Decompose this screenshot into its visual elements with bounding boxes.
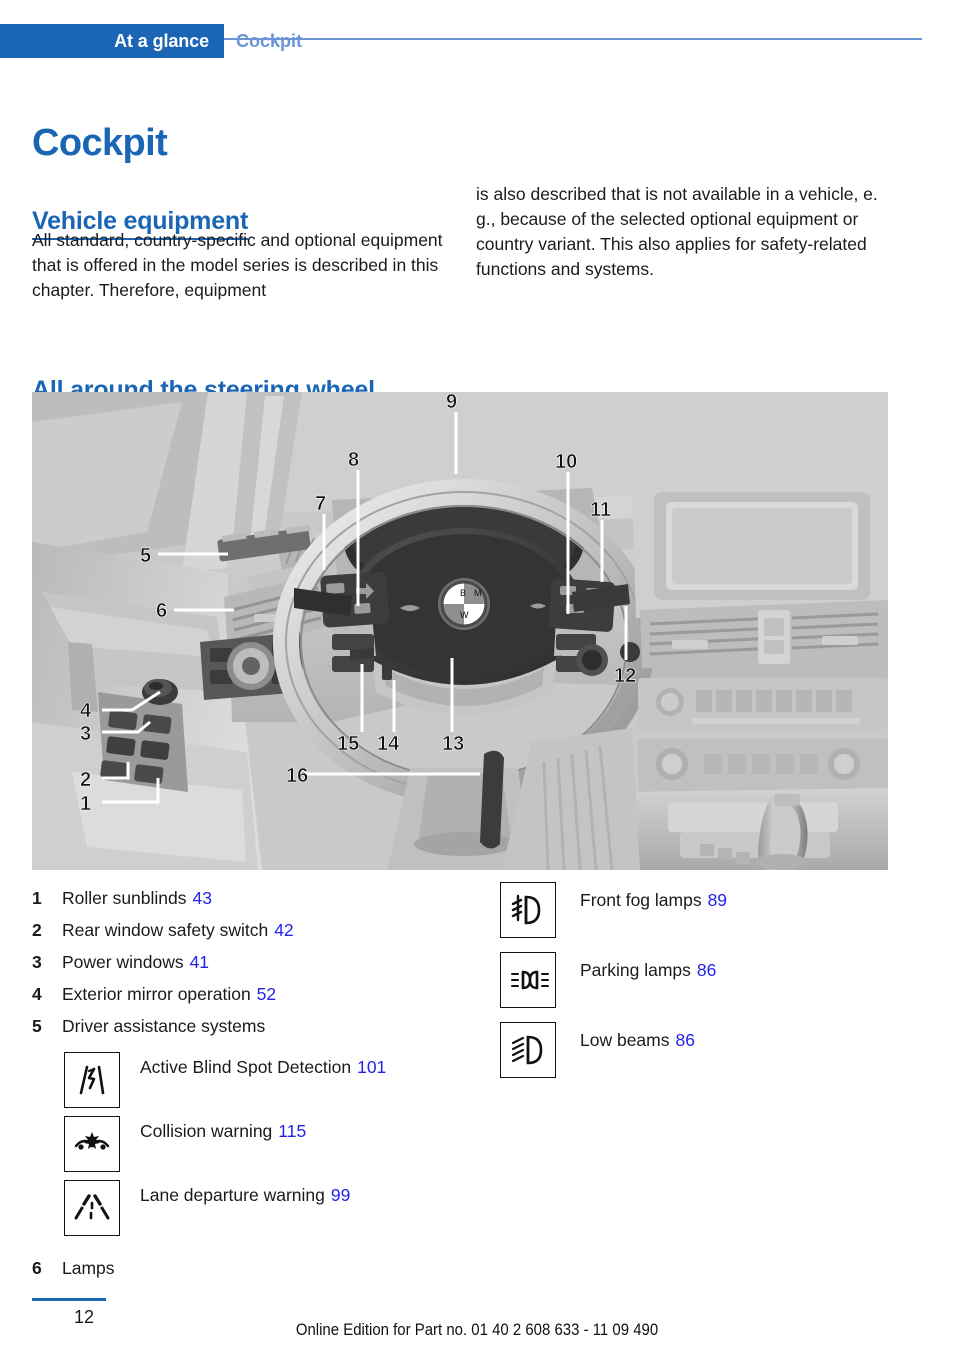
legend-item-1: 1 Roller sunblinds 43	[32, 882, 462, 914]
legend-item-6: 6 Lamps	[32, 1252, 462, 1284]
svg-text:12: 12	[614, 665, 636, 687]
svg-text:B: B	[460, 588, 466, 598]
header-divider	[224, 38, 922, 40]
collision-warning-icon	[64, 1116, 120, 1172]
page-reference[interactable]: 43	[193, 888, 212, 908]
svg-text:5: 5	[140, 545, 151, 567]
icon-label-text: Active Blind Spot Detection	[140, 1057, 352, 1077]
page-title: Cockpit	[32, 122, 168, 165]
svg-text:13: 13	[442, 733, 464, 755]
intro-paragraph-right: is also described that is not available …	[476, 184, 878, 279]
driver-assistance-row-lane-departure: Lane departure warning 99	[32, 1180, 462, 1236]
legend-number: 6	[32, 1258, 42, 1278]
driver-assistance-label-lane-departure: Lane departure warning 99	[120, 1180, 350, 1208]
header-section-cockpit: Cockpit	[236, 30, 303, 51]
legend-number: 2	[32, 920, 42, 940]
page-reference[interactable]: 42	[274, 920, 293, 940]
legend-list-left: 1 Roller sunblinds 43 2 Rear window safet…	[32, 882, 462, 1284]
page-reference[interactable]: 86	[676, 1030, 695, 1050]
lamp-label-low-beams: Low beams 86	[556, 1022, 695, 1053]
page-reference[interactable]: 86	[697, 960, 716, 980]
intro-paragraph-left: All standard, country-specific and optio…	[32, 230, 443, 300]
legend-label: Lamps	[62, 1258, 115, 1278]
legend-label: Rear window safety switch	[62, 920, 269, 940]
lamp-row-front-fog: Front fog lamps 89	[500, 882, 920, 938]
legend-item-5: 5 Driver assistance systems	[32, 1010, 462, 1042]
footer-divider	[32, 1298, 106, 1301]
active-blind-spot-detection-icon	[64, 1052, 120, 1108]
legend-label: Exterior mirror operation	[62, 984, 251, 1004]
cockpit-illustration: B M W 9 8 7 10 11 12 13 14 15 16 6 5 4 3…	[32, 392, 888, 870]
legend-item-3: 3 Power windows 41	[32, 946, 462, 978]
driver-assistance-row-blind-spot: Active Blind Spot Detection 101	[32, 1052, 462, 1108]
svg-text:14: 14	[377, 733, 400, 755]
svg-text:7: 7	[315, 493, 326, 515]
svg-text:W: W	[460, 610, 469, 620]
icon-label-text: Parking lamps	[580, 960, 691, 980]
parking-lamps-icon	[500, 952, 556, 1008]
svg-text:4: 4	[80, 700, 92, 722]
footer-note: Online Edition for Part no. 01 40 2 608 …	[295, 1320, 659, 1339]
legend-item-4: 4 Exterior mirror operation 52	[32, 978, 462, 1010]
svg-text:2: 2	[80, 769, 91, 791]
page-reference[interactable]: 101	[357, 1057, 386, 1077]
running-header: At a glance Cockpit	[0, 24, 954, 60]
legend-label: Power windows	[62, 952, 184, 972]
icon-label-text: Lane departure warning	[140, 1185, 325, 1205]
legend-list-right: Front fog lamps 89 Parking lamps 86 Low …	[500, 882, 920, 1078]
legend-number: 5	[32, 1016, 42, 1036]
header-tab-at-a-glance: At a glance	[0, 24, 224, 58]
legend-number: 1	[32, 888, 42, 908]
lamp-label-front-fog: Front fog lamps 89	[556, 882, 727, 913]
driver-assistance-row-collision: Collision warning 115	[32, 1116, 462, 1172]
svg-text:16: 16	[286, 765, 308, 787]
legend-number: 4	[32, 984, 42, 1004]
front-fog-lamps-icon	[500, 882, 556, 938]
svg-text:1: 1	[80, 793, 91, 815]
page-reference[interactable]: 99	[331, 1185, 350, 1205]
lamp-row-low-beams: Low beams 86	[500, 1022, 920, 1078]
lamp-label-parking: Parking lamps 86	[556, 952, 716, 983]
svg-text:8: 8	[348, 449, 359, 471]
page-reference[interactable]: 52	[257, 984, 276, 1004]
legend-item-2: 2 Rear window safety switch 42	[32, 914, 462, 946]
svg-text:3: 3	[80, 723, 91, 745]
icon-label-text: Front fog lamps	[580, 890, 702, 910]
svg-text:10: 10	[555, 451, 577, 473]
icon-label-text: Low beams	[580, 1030, 670, 1050]
lane-departure-warning-icon	[64, 1180, 120, 1236]
page-reference[interactable]: 115	[278, 1121, 306, 1141]
lamp-row-parking: Parking lamps 86	[500, 952, 920, 1008]
legend-number: 3	[32, 952, 42, 972]
legend-label: Roller sunblinds	[62, 888, 187, 908]
page-reference[interactable]: 41	[190, 952, 209, 972]
legend-label: Driver assistance systems	[62, 1016, 266, 1036]
svg-text:M: M	[474, 588, 482, 598]
svg-text:6: 6	[156, 600, 167, 622]
icon-label-text: Collision warning	[140, 1121, 273, 1141]
low-beams-icon	[500, 1022, 556, 1078]
svg-text:11: 11	[590, 499, 611, 521]
svg-text:9: 9	[446, 392, 457, 413]
svg-text:15: 15	[337, 733, 359, 755]
page-reference[interactable]: 89	[708, 890, 727, 910]
driver-assistance-label-collision: Collision warning 115	[120, 1116, 306, 1144]
driver-assistance-label-blind-spot: Active Blind Spot Detection 101	[120, 1052, 386, 1080]
